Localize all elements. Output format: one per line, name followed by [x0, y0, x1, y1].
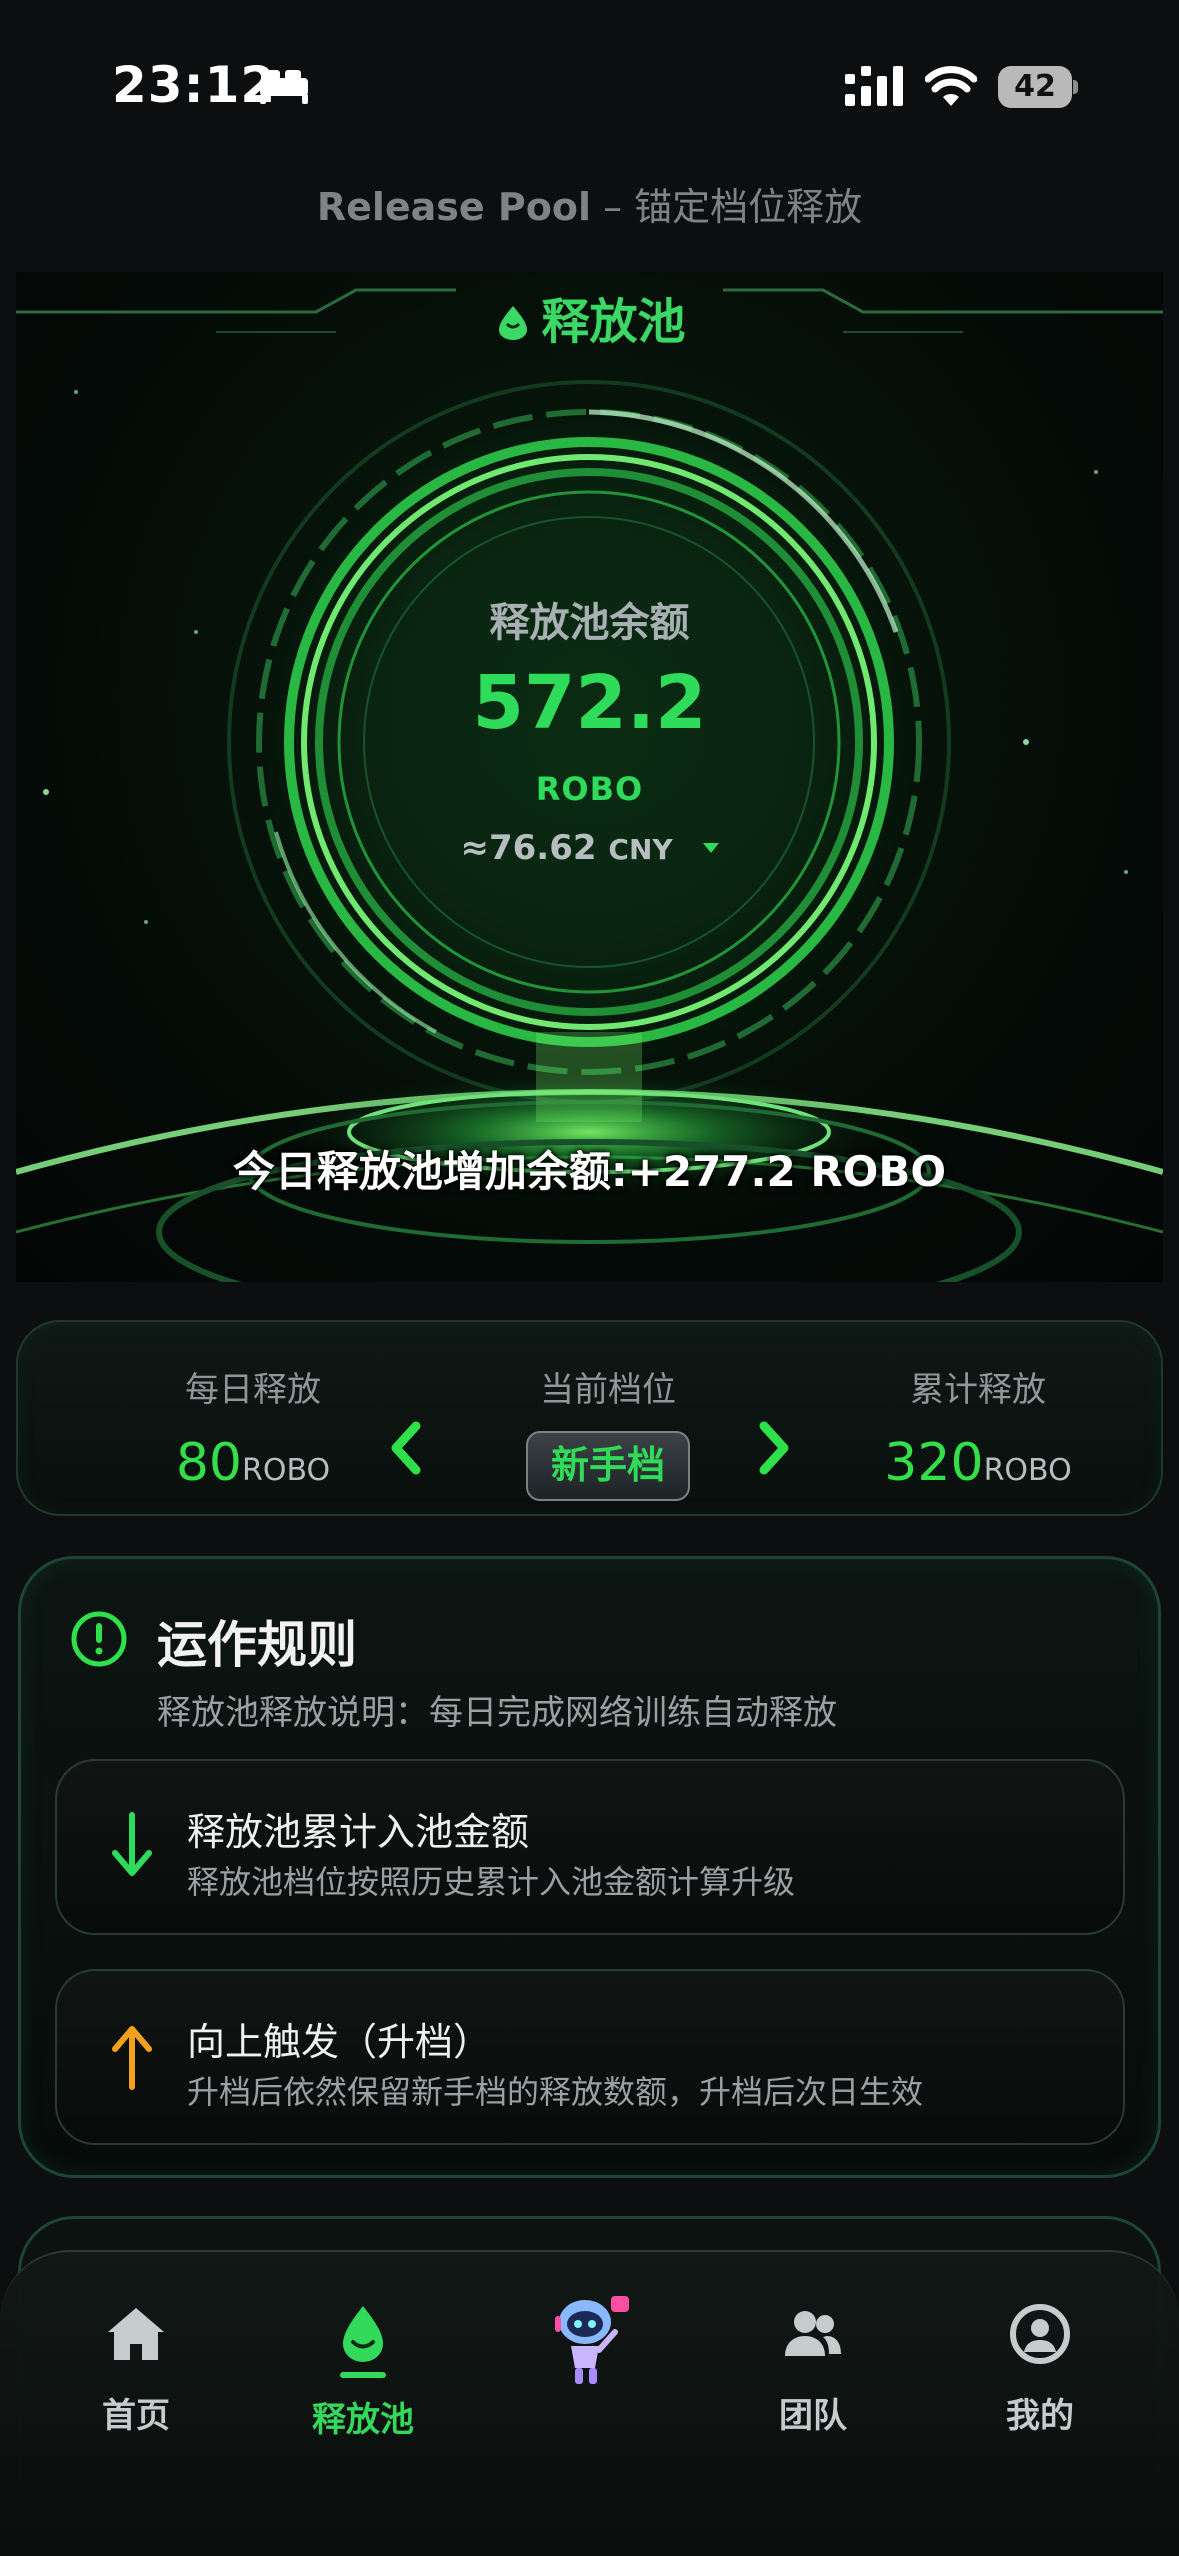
rule-desc: 释放池档位按照历史累计入池金额计算升级 — [187, 1863, 796, 1901]
today-added-balance: 今日释放池增加余额:+277.2 ROBO — [232, 1147, 947, 1196]
tab-team[interactable]: 团队 — [713, 2302, 913, 2437]
daily-release: 每日释放 80ROBO — [113, 1362, 393, 1493]
bottom-tab-bar: 首页 释放池 团队 我的 — [0, 2250, 1179, 2556]
pool-badge-label: 释放池 — [541, 294, 686, 350]
daily-release-value: 80ROBO — [175, 1433, 331, 1493]
caret-down-icon — [702, 843, 719, 853]
page-title-en: Release Pool — [316, 185, 591, 229]
home-icon — [108, 2308, 164, 2360]
battery-level: 42 — [1014, 69, 1056, 104]
total-release: 累计释放 320ROBO — [838, 1362, 1118, 1493]
sleep-focus-icon — [260, 70, 308, 104]
total-release-label: 累计释放 — [910, 1370, 1046, 1410]
page-title: Release Pool – 锚定档位释放 — [0, 176, 1179, 231]
prev-level-chevron-icon[interactable] — [384, 1420, 428, 1476]
tab-release-pool-label: 释放池 — [312, 2400, 414, 2440]
rules-desc: 释放池释放说明：每日完成网络训练自动释放 — [157, 1693, 837, 1733]
user-icon — [1010, 2304, 1070, 2364]
level-card: 每日释放 80ROBO 当前档位 新手档 累计释放 320ROBO — [16, 1320, 1163, 1516]
status-time: 23:12 — [112, 56, 277, 114]
page-title-cn: 锚定档位释放 — [634, 185, 863, 229]
drop-leaf-icon — [499, 306, 528, 340]
release-pool-screen: 23:12 42 Release Pool – 锚定档位释放 释放池 释放池余额… — [0, 0, 1179, 2556]
next-level-chevron-icon[interactable] — [752, 1420, 796, 1476]
rule-item: 向上触发（升档） 升档后依然保留新手档的释放数额，升档后次日生效 — [55, 1969, 1125, 2145]
balance-unit: ROBO — [535, 770, 644, 808]
pool-hero-banner: 释放池 释放池余额 572.2 ROBO ≈76.62 CNY 今日释放池增加余… — [16, 272, 1163, 1282]
page-title-separator: – — [591, 185, 635, 229]
daily-release-label: 每日释放 — [185, 1370, 321, 1410]
total-release-value: 320ROBO — [884, 1433, 1072, 1493]
tab-home-label: 首页 — [102, 2396, 170, 2436]
status-bar: 23:12 42 — [0, 0, 1179, 150]
arrow-down-icon — [112, 1812, 152, 1876]
robot-icon — [555, 2296, 629, 2384]
rule-item: 释放池累计入池金额 释放池档位按照历史累计入池金额计算升级 — [55, 1759, 1125, 1935]
info-alert-icon — [71, 1611, 127, 1667]
active-tab-indicator — [340, 2372, 386, 2378]
arrow-up-icon — [112, 2026, 152, 2090]
tab-robot[interactable] — [490, 2292, 690, 2410]
current-level-label: 当前档位 — [540, 1370, 676, 1410]
rule-desc: 升档后依然保留新手档的释放数额，升档后次日生效 — [187, 2073, 924, 2111]
drop-icon — [343, 2306, 383, 2362]
wifi-icon — [925, 66, 977, 106]
balance-label: 释放池余额 — [489, 600, 690, 646]
tab-release-pool[interactable]: 释放池 — [263, 2302, 463, 2441]
cny-unit: CNY — [608, 833, 673, 866]
pool-badge: 释放池 — [16, 282, 1163, 352]
tab-mine[interactable]: 我的 — [940, 2302, 1140, 2437]
tab-mine-label: 我的 — [1006, 2396, 1074, 2436]
cellular-signal-icon — [845, 66, 903, 106]
rule-title: 向上触发（升档） — [187, 2020, 492, 2064]
rules-title: 运作规则 — [157, 1616, 357, 1674]
cny-converter[interactable]: ≈76.62 CNY — [16, 828, 1163, 868]
battery-indicator: 42 — [998, 66, 1078, 108]
current-level-chip[interactable]: 新手档 — [526, 1431, 690, 1501]
team-icon — [785, 2311, 841, 2356]
tab-team-label: 团队 — [779, 2396, 847, 2436]
rule-title: 释放池累计入池金额 — [187, 1810, 530, 1854]
tab-home[interactable]: 首页 — [36, 2302, 236, 2437]
current-level: 当前档位 新手档 — [458, 1362, 758, 1501]
rules-card: 运作规则 释放池释放说明：每日完成网络训练自动释放 释放池累计入池金额 释放池档… — [18, 1556, 1161, 2178]
balance-value: 572.2 — [472, 660, 707, 746]
cny-value: ≈76.62 — [460, 828, 597, 868]
